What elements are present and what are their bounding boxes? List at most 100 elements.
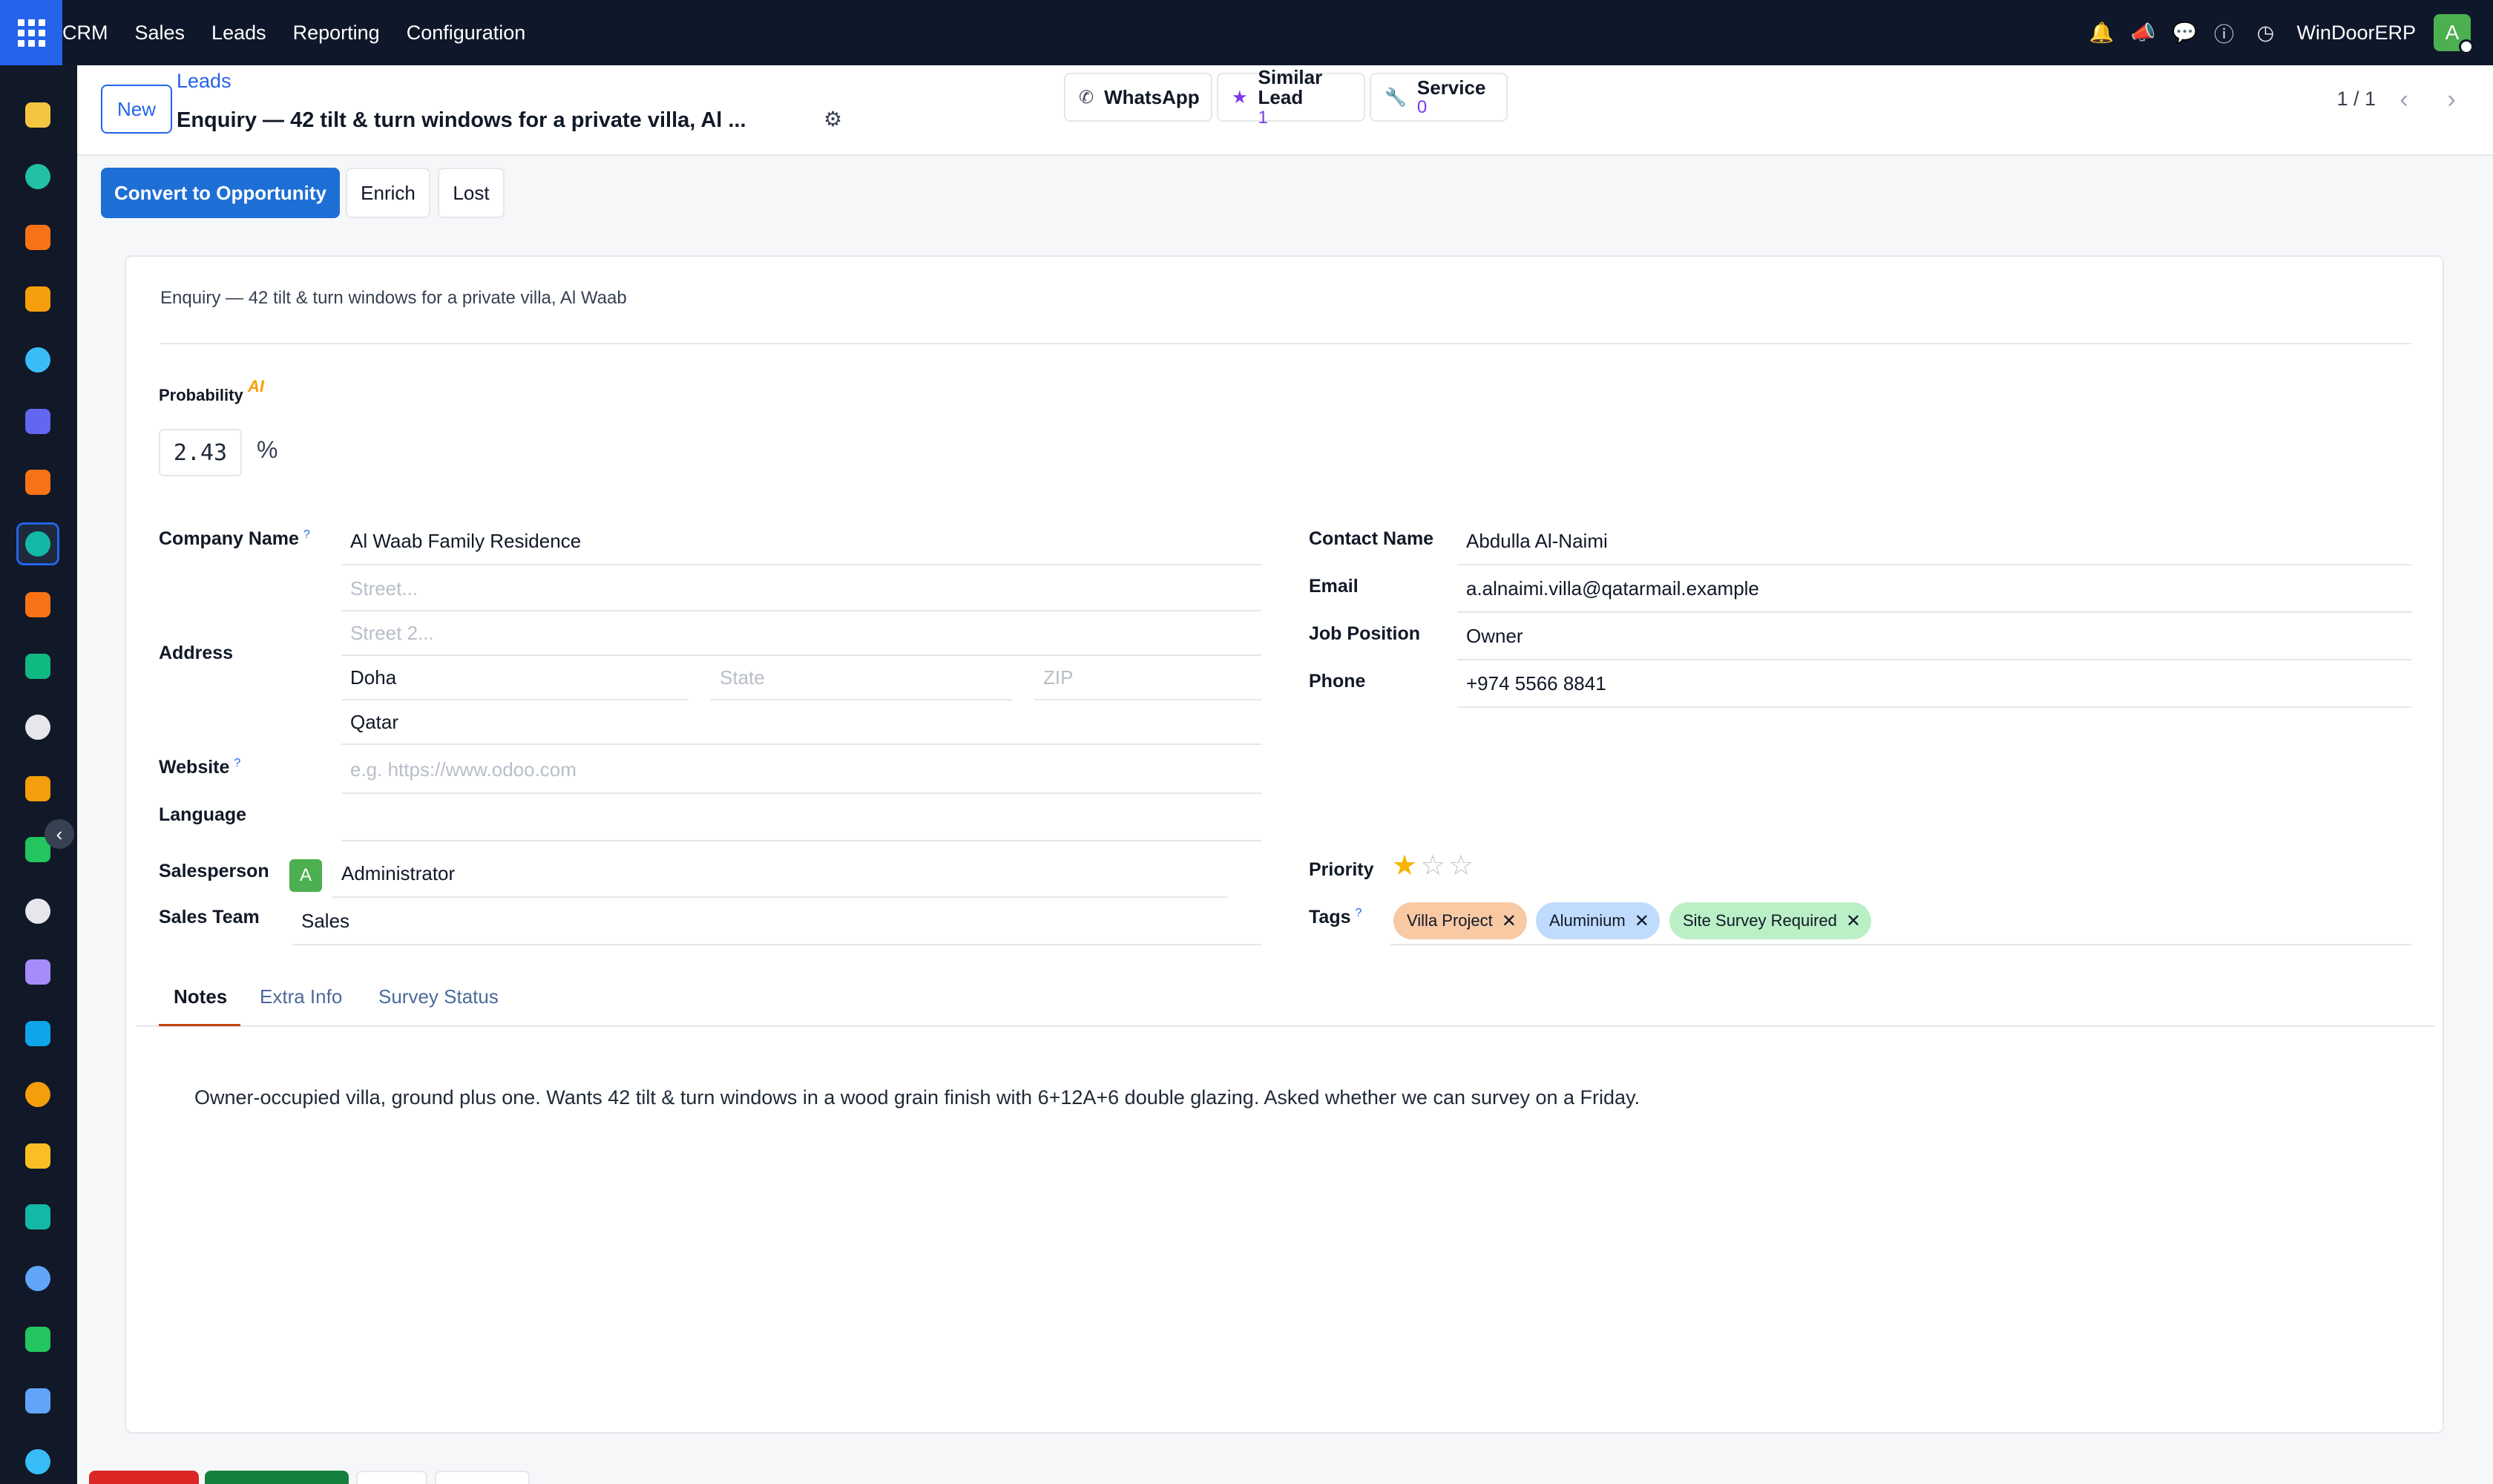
street2-input[interactable]: Street 2... [350, 622, 434, 645]
sidebar-app-16[interactable] [16, 1073, 59, 1116]
menu-configuration[interactable]: Configuration [407, 22, 526, 45]
tab-notes[interactable]: Notes [174, 985, 227, 1008]
bottom-chip-plain-2[interactable] [435, 1471, 530, 1484]
sidebar-app-6[interactable] [16, 461, 59, 504]
sidebar-app-5[interactable] [16, 400, 59, 443]
menu-leads[interactable]: Leads [211, 22, 266, 45]
menu-sales[interactable]: Sales [135, 22, 185, 45]
contact-name-input[interactable]: Abdulla Al-Naimi [1466, 530, 1608, 553]
sidebar-collapse-button[interactable]: ‹ [45, 819, 74, 849]
company-name-underline [341, 564, 1261, 565]
lost-button[interactable]: Lost [438, 168, 505, 218]
live-chat-app-icon [25, 470, 50, 495]
tag-villa-project[interactable]: Villa Project ✕ [1393, 902, 1527, 939]
chevron-left-icon[interactable]: ‹ [2383, 79, 2425, 120]
tag-site-survey-required[interactable]: Site Survey Required ✕ [1669, 902, 1871, 939]
bottom-chip-red[interactable] [89, 1471, 199, 1484]
user-avatar[interactable]: A [2434, 14, 2474, 54]
reporting-app-icon [25, 286, 50, 312]
bottom-chip-plain[interactable] [356, 1471, 427, 1484]
convert-to-opportunity-button[interactable]: Convert to Opportunity [101, 168, 340, 218]
street-input[interactable]: Street... [350, 577, 418, 600]
whatsapp-smart-button[interactable]: ✆ WhatsApp [1064, 73, 1212, 122]
sales-team-input[interactable]: Sales [301, 910, 349, 933]
sidebar-app-17[interactable] [16, 1135, 59, 1178]
crm-app-icon [25, 531, 50, 556]
enrich-button[interactable]: Enrich [346, 168, 430, 218]
menu-crm[interactable]: CRM [62, 22, 108, 45]
sidebar-app-22[interactable] [16, 1440, 59, 1483]
job-position-underline [1457, 659, 2411, 660]
city-input[interactable]: Doha [350, 666, 396, 689]
sidebar-app-13[interactable] [16, 890, 59, 933]
priority-label: Priority [1309, 859, 1374, 880]
sidebar-app-21[interactable] [16, 1379, 59, 1422]
ai-badge-icon[interactable]: AI [248, 377, 264, 396]
company-name-label-text: Company Name [159, 528, 299, 549]
sidebar-app-18[interactable] [16, 1195, 59, 1238]
service-label: Service [1416, 76, 1486, 99]
tag-aluminium[interactable]: Aluminium ✕ [1536, 902, 1660, 939]
sidebar-app-19[interactable] [16, 1257, 59, 1300]
new-button[interactable]: New [101, 85, 172, 134]
sidebar-app-0[interactable] [16, 93, 59, 137]
star-filled-icon[interactable]: ★ [1392, 849, 1417, 882]
state-input[interactable]: State [720, 666, 765, 689]
job-position-input[interactable]: Owner [1466, 625, 1523, 648]
company-switcher[interactable]: WinDoorERP [2296, 22, 2416, 45]
apps-menu-button[interactable] [0, 0, 62, 65]
similar-lead-smart-button[interactable]: ★ Similar Lead 1 [1217, 68, 1365, 127]
sidebar-app-3[interactable] [16, 278, 59, 321]
close-icon[interactable]: ✕ [1502, 910, 1517, 932]
sidebar-app-1[interactable] [16, 155, 59, 198]
megaphone-icon[interactable]: 📣 [2130, 21, 2155, 45]
country-underline [341, 743, 1261, 745]
help-icon[interactable]: ⓘ [2213, 19, 2234, 47]
tab-extra-info[interactable]: Extra Info [260, 985, 342, 1008]
star-empty-icon[interactable]: ☆ [1448, 849, 1474, 882]
website-label: Website? [159, 757, 240, 778]
bottom-chip-green[interactable] [205, 1471, 349, 1484]
sidebar-app-7[interactable] [16, 522, 59, 565]
close-icon[interactable]: ✕ [1635, 910, 1649, 932]
country-input[interactable]: Qatar [350, 711, 398, 734]
probability-input[interactable]: 2.43 [159, 429, 242, 476]
lead-name-field[interactable]: Enquiry — 42 tilt & turn windows for a p… [160, 288, 627, 309]
notes-editor[interactable]: Owner-occupied villa, ground plus one. W… [194, 1086, 1640, 1109]
breadcrumb-leads[interactable]: Leads [177, 70, 231, 93]
star-empty-icon[interactable]: ☆ [1420, 849, 1445, 882]
menu-reporting[interactable]: Reporting [293, 22, 380, 45]
sidebar-app-20[interactable] [16, 1318, 59, 1361]
sidebar-app-10[interactable] [16, 706, 59, 749]
bell-icon[interactable]: 🔔 [2089, 21, 2114, 45]
address-label: Address [159, 643, 234, 663]
tab-survey-status[interactable]: Survey Status [378, 985, 499, 1008]
email-input[interactable]: a.alnaimi.villa@qatarmail.example [1466, 577, 1759, 600]
sales-team-underline [292, 944, 1261, 945]
sidebar-app-15[interactable] [16, 1012, 59, 1055]
salesperson-input[interactable]: Administrator [341, 862, 455, 885]
phone-label: Phone [1309, 671, 1366, 692]
company-name-input[interactable]: Al Waab Family Residence [350, 530, 581, 553]
sidebar-app-9[interactable] [16, 645, 59, 688]
clock-icon[interactable]: ◷ [2255, 22, 2276, 45]
pager-value[interactable]: 1 / 1 [2336, 88, 2376, 111]
close-icon[interactable]: ✕ [1846, 910, 1861, 932]
sidebar-app-4[interactable] [16, 338, 59, 381]
service-smart-button[interactable]: 🔧 Service 0 [1370, 73, 1508, 122]
gear-icon[interactable]: ⚙ [824, 107, 842, 131]
dashboard-app-icon [25, 163, 50, 189]
phone-input[interactable]: +974 5566 8841 [1466, 672, 1606, 695]
sidebar-app-8[interactable] [16, 583, 59, 626]
top-menu: CRM Sales Leads Reporting Configuration [62, 22, 552, 45]
employees-app-icon [25, 1082, 50, 1107]
chat-icon[interactable]: 💬 [2172, 21, 2197, 45]
sidebar-app-14[interactable] [16, 951, 59, 994]
chevron-right-icon[interactable]: › [2431, 79, 2472, 120]
website-input[interactable]: e.g. https://www.odoo.com [350, 758, 577, 781]
sidebar-app-2[interactable] [16, 216, 59, 259]
zip-input[interactable]: ZIP [1043, 666, 1073, 689]
sidebar-app-11[interactable] [16, 767, 59, 810]
calendar-app-icon [25, 1143, 50, 1169]
sales-team-label: Sales Team [159, 907, 260, 928]
